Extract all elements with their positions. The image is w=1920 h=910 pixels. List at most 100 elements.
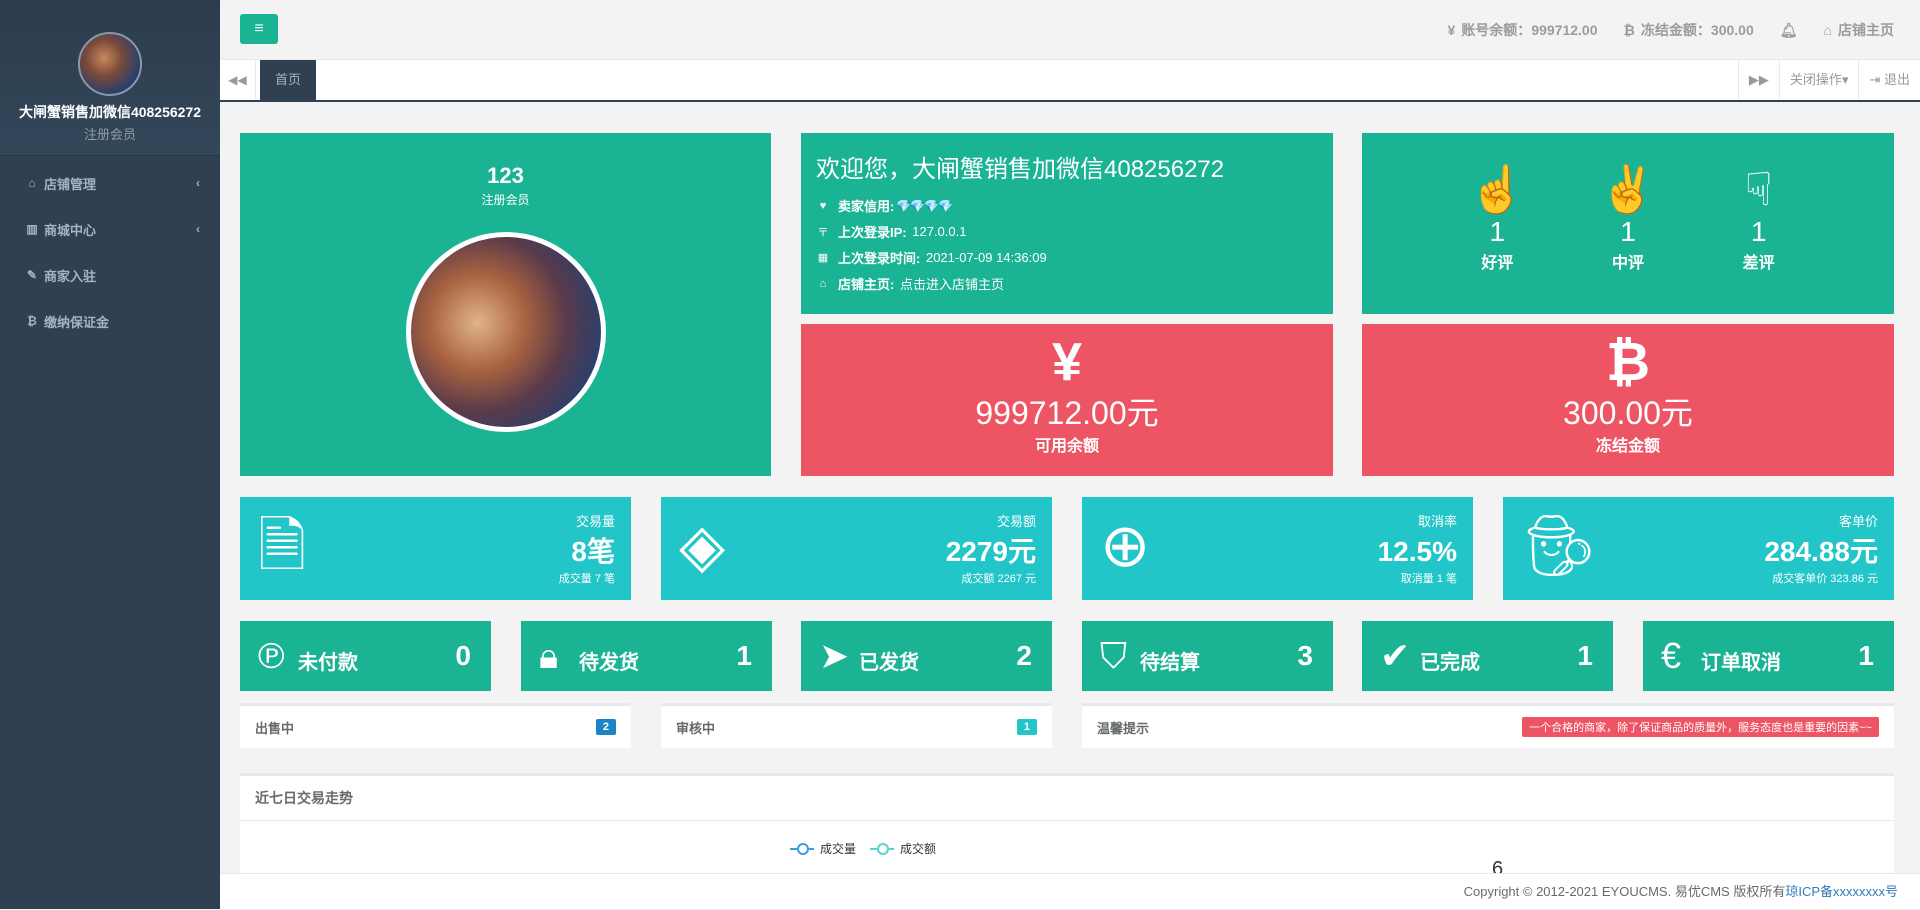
heart-icon: ♥ (819, 199, 827, 212)
profile-panel: 123 注册会员 (240, 133, 771, 476)
bitcoin-icon: ₿ (1623, 22, 1635, 38)
tab-scroll-right-button[interactable]: ▶▶ (1737, 60, 1779, 100)
ip-value: 127.0.0.1 (912, 224, 967, 239)
chart-legend: 成交量 成交额 (790, 840, 936, 857)
home-icon: ⌂ (28, 176, 36, 190)
order-count: 1 (1858, 640, 1874, 671)
bitcoin-icon: ₿ (1605, 332, 1650, 392)
legend-marker (870, 842, 895, 855)
available-balance-label: 可用余额 (1034, 438, 1099, 455)
forward-icon: ▶▶ (1748, 72, 1769, 87)
sidebar-item-merchant-join[interactable]: ✎ 商家入驻 (0, 252, 220, 298)
order-count: 3 (1297, 640, 1313, 671)
order-completed[interactable]: ✔ 已完成 1 (1362, 621, 1613, 691)
order-unpaid[interactable]: ℗ 未付款 0 (240, 621, 491, 691)
ip-label: 上次登录IP: (838, 225, 907, 240)
ratings-panel: ☝ 1 好评 ✌ 1 中评 ☟ 1 差评 (1362, 133, 1894, 314)
rmb-icon: 〒 (817, 226, 829, 239)
avatar[interactable] (78, 32, 142, 96)
sidebar-item-label: 商城中心 (44, 222, 97, 238)
order-pending-shipment[interactable]: 🔒︎ 待发货 1 (521, 621, 772, 691)
paypal-icon: ℗ (258, 635, 285, 676)
balance-value: 999712.00 (1531, 22, 1598, 38)
sidebar-item-deposit[interactable]: ₿ 缴纳保证金 (0, 298, 220, 344)
rating-bad: ☟ 1 差评 (1719, 163, 1799, 314)
caret-down-icon: ▾ (1841, 72, 1849, 87)
status-badge: 1 (1016, 719, 1037, 735)
order-count: 1 (736, 640, 752, 671)
selling-label: 出售中 (255, 720, 295, 736)
check-circle-icon: ✔ (1380, 635, 1411, 676)
stat-value: 12.5% (1377, 536, 1457, 567)
order-label: 待结算 (1140, 651, 1200, 674)
selling-box[interactable]: 出售中 2 (240, 703, 631, 748)
tab-home[interactable]: 首页 (260, 60, 316, 100)
profile-avatar (405, 232, 606, 432)
order-count: 0 (455, 640, 471, 671)
tip-badge: 一个合格的商家，除了保证商品的质量外，服务态度也是重要的因素~~ (1522, 717, 1879, 737)
shop-home-row: ⌂ 店铺主页: 点击进入店铺主页 (816, 274, 1318, 293)
stat-foot: 成交量 7 笔 (558, 573, 615, 585)
rating-label: 中评 (1611, 255, 1644, 272)
home-icon: ⌂ (1823, 22, 1832, 38)
rating-good: ☝ 1 好评 (1457, 163, 1537, 314)
sidebar-item-mall-center[interactable]: ▥ 商城中心 ‹ (0, 206, 220, 252)
footer: Copyright © 2012-2021 EYOUCMS. 易优CMS 版权所… (220, 873, 1920, 909)
legend-label: 成交量 (820, 842, 857, 856)
available-balance-panel: ¥ 999712.00元 可用余额 (801, 324, 1333, 476)
seller-credit-row: ♥ 卖家信用: 💎💎💎💎 (816, 196, 1318, 215)
order-label: 未付款 (298, 651, 358, 674)
sidebar-username[interactable]: 大闸蟹销售加微信408256272 (0, 102, 220, 122)
close-ops-dropdown[interactable]: 关闭操作▾ (1778, 60, 1859, 100)
bell-icon[interactable]: 🔔︎ (1780, 22, 1798, 39)
sidebar: 大闸蟹销售加微信408256272 注册会员 ⌂ 店铺管理 ‹ ▥ 商城中心 ‹… (0, 0, 220, 909)
diamond-icon: 💎💎💎💎 (896, 198, 953, 213)
order-cancelled[interactable]: € 订单取消 1 (1643, 621, 1894, 691)
calendar-icon: ▦ (817, 252, 829, 264)
bitcoin-icon: ₿ (27, 314, 37, 328)
shop-home-link[interactable]: ⌂ 店铺主页 (1824, 20, 1894, 40)
frozen-balance-value: 300.00元 (1563, 395, 1693, 431)
profile-number: 123 (487, 163, 524, 188)
time-label: 上次登录时间: (838, 251, 921, 266)
frozen-balance-panel: ₿ 300.00元 冻结金额 (1362, 324, 1894, 476)
frozen-balance-label: 冻结金额 (1595, 438, 1660, 455)
rating-count: 1 (1750, 216, 1767, 247)
stat-trade-volume: 🗎 交易量 8笔 成交量 7 笔 (240, 497, 631, 600)
order-shipped[interactable]: ➤ 已发货 2 (801, 621, 1052, 691)
yen-icon: ¥ (1447, 22, 1456, 38)
trend-title: 近七日交易走势 (240, 776, 1894, 821)
sidebar-role: 注册会员 (83, 127, 136, 142)
account-balance: ¥ 账号余额：999712.00 (1448, 20, 1598, 40)
topbar: ≡ ¥ 账号余额：999712.00 ₿ 冻结金额：300.00 🔔︎ ⌂ 店铺主页 (220, 0, 1920, 60)
stat-foot: 成交额 2267 元 (961, 573, 1036, 585)
logout-button[interactable]: ⇥ 退出 (1858, 60, 1920, 100)
order-pending-settlement[interactable]: ⛉ 待结算 3 (1082, 621, 1333, 691)
sign-out-icon: ⇥ (1869, 72, 1884, 87)
shield-icon: ⛉ (1100, 634, 1128, 676)
yen-icon: ¥ (1051, 332, 1083, 392)
tab-scroll-left-button[interactable]: ◀◀ (220, 60, 256, 100)
frozen-balance: ₿ 冻结金额：300.00 (1624, 20, 1754, 40)
available-balance-value: 999712.00元 (975, 395, 1159, 431)
stat-caption: 取消率 (1417, 514, 1457, 529)
legend-amount[interactable]: 成交额 (870, 840, 936, 857)
menu-toggle-button[interactable]: ≡ (240, 14, 278, 44)
sidebar-item-shop-management[interactable]: ⌂ 店铺管理 ‹ (0, 160, 220, 206)
shop-home-link[interactable]: 点击进入店铺主页 (900, 274, 1004, 293)
stat-value: 2279元 (945, 536, 1036, 567)
frozen-label: 冻结金额： (1640, 22, 1711, 38)
legend-volume[interactable]: 成交量 (790, 840, 856, 857)
order-label: 订单取消 (1701, 651, 1781, 674)
rating-label: 差评 (1742, 255, 1775, 272)
frozen-value: 300.00 (1710, 22, 1754, 38)
stat-cancel-rate: ⊕ 取消率 12.5% 取消量 1 笔 (1082, 497, 1473, 600)
bar-chart-icon: ▥ (26, 222, 38, 236)
icp-link[interactable]: 琼ICP备xxxxxxxx号 (1785, 884, 1898, 899)
review-box[interactable]: 审核中 1 (661, 703, 1052, 748)
stat-caption: 交易额 (996, 514, 1036, 529)
lock-icon: 🔒︎ (539, 634, 559, 676)
legend-marker (790, 842, 814, 855)
home-icon: ⌂ (819, 277, 827, 290)
legend-label: 成交额 (900, 842, 937, 856)
